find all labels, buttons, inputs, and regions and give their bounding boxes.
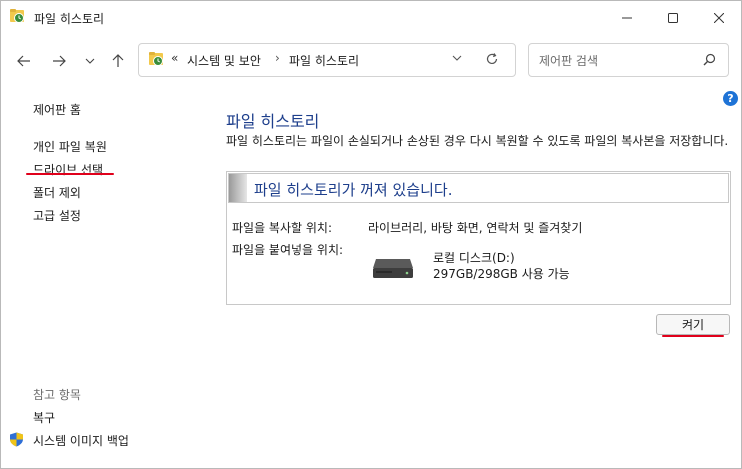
copy-from-value: 라이브러리, 바탕 화면, 연락처 및 즐겨찾기 [368,221,583,235]
page-title: 파일 히스토리 [226,112,320,131]
breadcrumb-file-history[interactable]: 파일 히스토리 [289,52,359,69]
breadcrumb-system-security[interactable]: 시스템 및 보안 [187,52,261,69]
close-button[interactable] [696,1,742,34]
maximize-button[interactable] [650,1,696,34]
copy-from-label: 파일을 복사할 위치: [232,221,332,235]
window-title: 파일 히스토리 [34,12,105,26]
sidebar-item-restore-personal-files[interactable]: 개인 파일 복원 [33,138,107,155]
copy-to-label: 파일을 붙여넣을 위치: [232,243,344,257]
forward-button[interactable] [48,51,70,71]
annotation-underline [26,173,114,175]
breadcrumb-separator: › [275,51,280,65]
close-icon [714,12,724,23]
arrow-up-icon [112,54,124,67]
recent-locations-button[interactable] [79,51,101,71]
turn-on-button[interactable]: 켜기 [656,314,730,335]
shield-icon [10,432,23,447]
search-icon[interactable] [703,53,716,66]
title-bar: 파일 히스토리 [1,1,741,34]
drive-name: 로컬 디스크(D:) [433,251,515,265]
sidebar-item-control-panel-home[interactable]: 제어판 홈 [33,101,81,118]
up-button[interactable] [107,51,129,71]
sidebar-item-advanced-settings[interactable]: 고급 설정 [33,207,81,224]
sidebar-item-exclude-folders[interactable]: 폴더 제외 [33,184,81,201]
status-header: 파일 히스토리가 꺼져 있습니다. [228,173,729,203]
minimize-icon [622,17,632,18]
sidebar-item-recovery[interactable]: 복구 [33,409,55,426]
file-history-icon [10,9,24,23]
drive-icon [373,259,413,278]
back-button[interactable] [13,51,35,71]
status-header-gradient [229,174,247,202]
minimize-button[interactable] [604,1,650,34]
arrow-right-icon [53,55,66,67]
annotation-underline [662,335,724,337]
address-bar[interactable]: « 시스템 및 보안 › 파일 히스토리 [138,43,516,77]
chevron-down-icon [85,58,95,64]
see-also-heading: 참고 항목 [33,388,81,402]
help-icon[interactable]: ? [723,91,738,106]
status-header-text: 파일 히스토리가 꺼져 있습니다. [254,181,453,199]
maximize-icon [668,12,678,23]
breadcrumb-overflow[interactable]: « [171,51,178,65]
file-history-window: 파일 히스토리 « 시스템 및 보안 › 파일 히스토리 제어판 검색 ? 제어… [0,0,742,469]
status-panel: 파일 히스토리가 꺼져 있습니다. 파일을 복사할 위치: 라이브러리, 바탕 … [226,171,731,305]
arrow-left-icon [17,55,30,67]
sidebar-item-system-image-backup[interactable]: 시스템 이미지 백업 [33,432,129,449]
drive-space: 297GB/298GB 사용 가능 [433,267,570,281]
navigation-bar: « 시스템 및 보안 › 파일 히스토리 제어판 검색 [1,34,741,88]
refresh-icon[interactable] [485,52,499,66]
chevron-down-icon[interactable] [451,53,463,63]
file-history-icon [149,52,163,66]
page-description: 파일 히스토리는 파일이 손실되거나 손상된 경우 다시 복원할 수 있도록 파… [226,134,729,148]
search-box[interactable]: 제어판 검색 [528,43,729,77]
search-placeholder[interactable]: 제어판 검색 [539,52,598,69]
sidebar-item-select-drive[interactable]: 드라이브 선택 [33,161,103,178]
